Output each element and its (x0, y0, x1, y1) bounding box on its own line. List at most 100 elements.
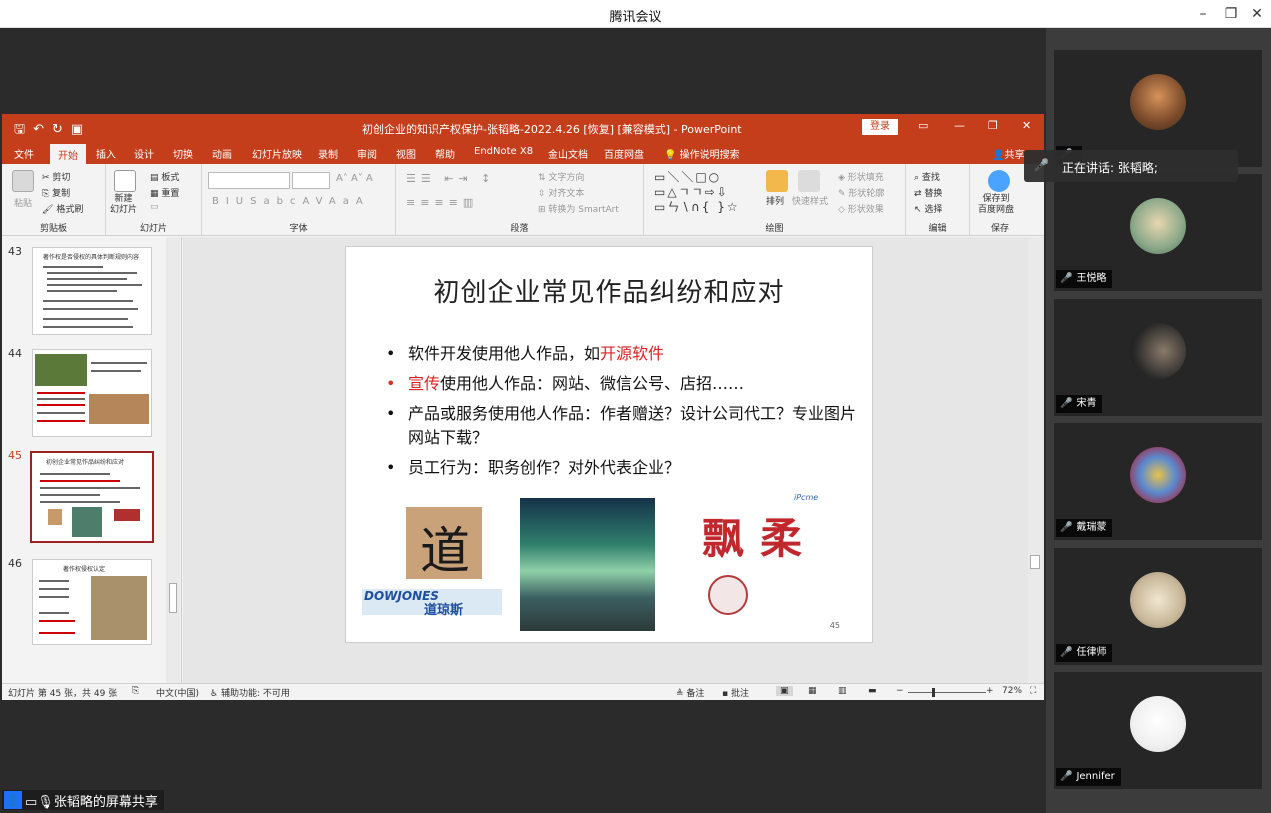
tab-kingsoft-docs[interactable]: 金山文档 (548, 146, 588, 161)
fit-slide-icon[interactable]: ⛶ (1030, 686, 1036, 696)
new-slide-icon[interactable] (114, 170, 136, 192)
tab-slideshow[interactable]: 幻灯片放映 (252, 146, 302, 161)
tab-record[interactable]: 录制 (318, 146, 338, 161)
drawing-group: ▭＼＼□○ ▭△ㄱㄱ⇨⇩ ▭ㄣ∖∩{ }☆ 排列 快速样式 ◈ 形状填充 ✎ 形状轮… (644, 164, 906, 236)
format-painter-button[interactable]: 🖌 格式刷 (42, 202, 83, 215)
list-buttons[interactable]: ☰☰ ⇤⇥ ↕ (406, 172, 495, 185)
tab-endnote[interactable]: EndNote X8 (474, 146, 533, 157)
slide-thumbnail-44[interactable] (32, 349, 152, 437)
normal-view-icon[interactable]: ▣ (776, 686, 793, 696)
section-button[interactable]: ▭ (150, 202, 159, 212)
slide-thumbnail-45[interactable]: 初创企业常见作品纠纷和应对 (30, 451, 154, 543)
cut-button[interactable]: ✂ 剪切 (42, 170, 70, 183)
participant-name: 🎤 Jennifer (1056, 768, 1121, 786)
tab-view[interactable]: 视图 (396, 146, 416, 161)
shape-fill-button[interactable]: ◈ 形状填充 (838, 170, 884, 183)
text-direction-button[interactable]: ⇅ 文字方向 (538, 170, 584, 183)
thumb-number: 45 (8, 449, 22, 462)
ribbon-display-icon[interactable]: ▭ (918, 119, 928, 132)
participant-tile[interactable]: 🎤 戴瑞蒙 (1054, 423, 1262, 540)
font-style-buttons[interactable]: BIUSabcAVAaA (212, 196, 370, 207)
share-button[interactable]: 👤共享 (992, 146, 1024, 161)
participant-tile[interactable]: 🎤 王悦略 (1054, 174, 1262, 291)
participant-tile[interactable]: 🎤 宋青 (1054, 299, 1262, 416)
current-slide[interactable]: 初创企业常见作品纠纷和应对 • 软件开发使用他人作品，如开源软件 • 宣传使用他人作… (345, 246, 873, 643)
tab-home[interactable]: 开始 (50, 144, 86, 164)
align-buttons[interactable]: ≡≡≡≡▥ (406, 196, 478, 209)
zoom-slider-knob[interactable] (932, 688, 935, 697)
tell-me-search[interactable]: 💡 操作说明搜索 (664, 146, 740, 161)
accessibility-status[interactable]: ♿ 辅助功能: 不可用 (210, 686, 290, 699)
font-size-input[interactable] (292, 172, 330, 189)
ppt-minimize-icon[interactable]: — (954, 119, 965, 132)
participant-tile[interactable]: 🎤 任律师 (1054, 548, 1262, 665)
quick-access-toolbar[interactable]: 🖫↶↻▣ (14, 120, 91, 142)
save-icon[interactable]: 🖫 (14, 122, 33, 137)
restore-icon[interactable]: ❐ (1220, 4, 1242, 24)
slide-thumbnail-46[interactable]: 著作权侵权认定 (32, 559, 152, 645)
slideshow-view-icon[interactable]: ▬ (868, 686, 877, 696)
spellcheck-icon[interactable]: ⎘ (132, 686, 139, 696)
redo-icon[interactable]: ↻ (52, 122, 71, 137)
notes-button[interactable]: ≜ 备注 (676, 686, 704, 699)
tab-design[interactable]: 设计 (134, 146, 154, 161)
save-group-label: 保存 (990, 224, 1009, 234)
copy-icon: ⎘ (42, 189, 50, 199)
zoom-in-icon[interactable]: + (986, 686, 994, 696)
language-status[interactable]: 中文(中国) (156, 686, 199, 699)
tab-review[interactable]: 审阅 (357, 146, 377, 161)
layout-button[interactable]: ▤ 板式 (150, 170, 179, 183)
find-button[interactable]: ⌕ 查找 (914, 170, 940, 183)
arrange-button[interactable]: 排列 (766, 194, 784, 207)
thumbnail-scrollbar[interactable] (166, 237, 180, 683)
reading-view-icon[interactable]: ▥ (838, 686, 847, 696)
slide-scrollbar[interactable] (1028, 237, 1042, 683)
shape-outline-button[interactable]: ✎ 形状轮廓 (838, 186, 884, 199)
new-slide-button[interactable]: 新建 幻灯片 (110, 194, 137, 216)
smartart-button[interactable]: ⊞ 转换为 SmartArt (538, 202, 619, 215)
arrange-icon[interactable] (766, 170, 788, 192)
zoom-out-icon[interactable]: − (896, 686, 904, 696)
zoom-level[interactable]: 72% (1002, 686, 1022, 696)
save-baidu-button[interactable]: 保存到 百度网盘 (978, 194, 1014, 216)
login-button[interactable]: 登录 (862, 119, 898, 135)
tab-insert[interactable]: 插入 (96, 146, 116, 161)
avatar (1130, 323, 1186, 379)
minimize-icon[interactable]: – (1192, 4, 1214, 24)
ppt-restore-icon[interactable]: ❐ (988, 119, 998, 132)
comments-button[interactable]: ▪ 批注 (722, 686, 749, 699)
font-name-input[interactable] (208, 172, 290, 189)
soccer-image (35, 354, 87, 386)
font-size-buttons[interactable]: A˄ A˅ A (336, 173, 373, 184)
tab-file[interactable]: 文件 (14, 146, 34, 161)
align-text-button[interactable]: ⇳ 对齐文本 (538, 186, 584, 199)
undo-icon[interactable]: ↶ (33, 122, 52, 137)
ppt-close-icon[interactable]: ✕ (1022, 119, 1031, 132)
select-button[interactable]: ↖ 选择 (914, 202, 942, 215)
tab-help[interactable]: 帮助 (435, 146, 455, 161)
paste-button[interactable]: 粘贴 (14, 196, 32, 209)
smartart-icon: ⊞ (538, 205, 546, 215)
present-icon[interactable]: ▣ (71, 122, 91, 137)
zoom-slider[interactable] (908, 692, 986, 693)
close-icon[interactable]: ✕ (1246, 4, 1268, 24)
shape-effects-button[interactable]: ◇ 形状效果 (838, 202, 884, 215)
baidu-cloud-icon[interactable] (988, 170, 1010, 192)
tab-baidu-pan[interactable]: 百度网盘 (604, 146, 644, 161)
copy-button[interactable]: ⎘ 复制 (42, 186, 70, 199)
sorter-view-icon[interactable]: ▦ (808, 686, 817, 696)
paste-icon[interactable] (12, 170, 34, 192)
tab-transitions[interactable]: 切换 (173, 146, 193, 161)
slide-thumbnail-43[interactable]: 著作权是否侵权的具体判断规则内容 (32, 247, 152, 335)
font-group-label: 字体 (289, 224, 308, 234)
thumbnail-scroll-knob[interactable] (169, 583, 177, 613)
slide-scroll-knob[interactable] (1030, 555, 1040, 569)
replace-button[interactable]: ⇄ 替换 (914, 186, 942, 199)
reset-button[interactable]: ▦ 重置 (150, 186, 179, 199)
powerpoint-window: 🖫↶↻▣ 初创企业的知识产权保护-张韬略-2022.4.26 [恢复] [兼容模… (2, 114, 1044, 700)
shapes-gallery[interactable]: ▭＼＼□○ ▭△ㄱㄱ⇨⇩ ▭ㄣ∖∩{ }☆ (654, 170, 740, 215)
participant-tile[interactable]: 🎤 Jennifer (1054, 672, 1262, 789)
quick-styles-button[interactable]: 快速样式 (792, 194, 828, 207)
quick-styles-icon[interactable] (798, 170, 820, 192)
tab-animations[interactable]: 动画 (212, 146, 232, 161)
